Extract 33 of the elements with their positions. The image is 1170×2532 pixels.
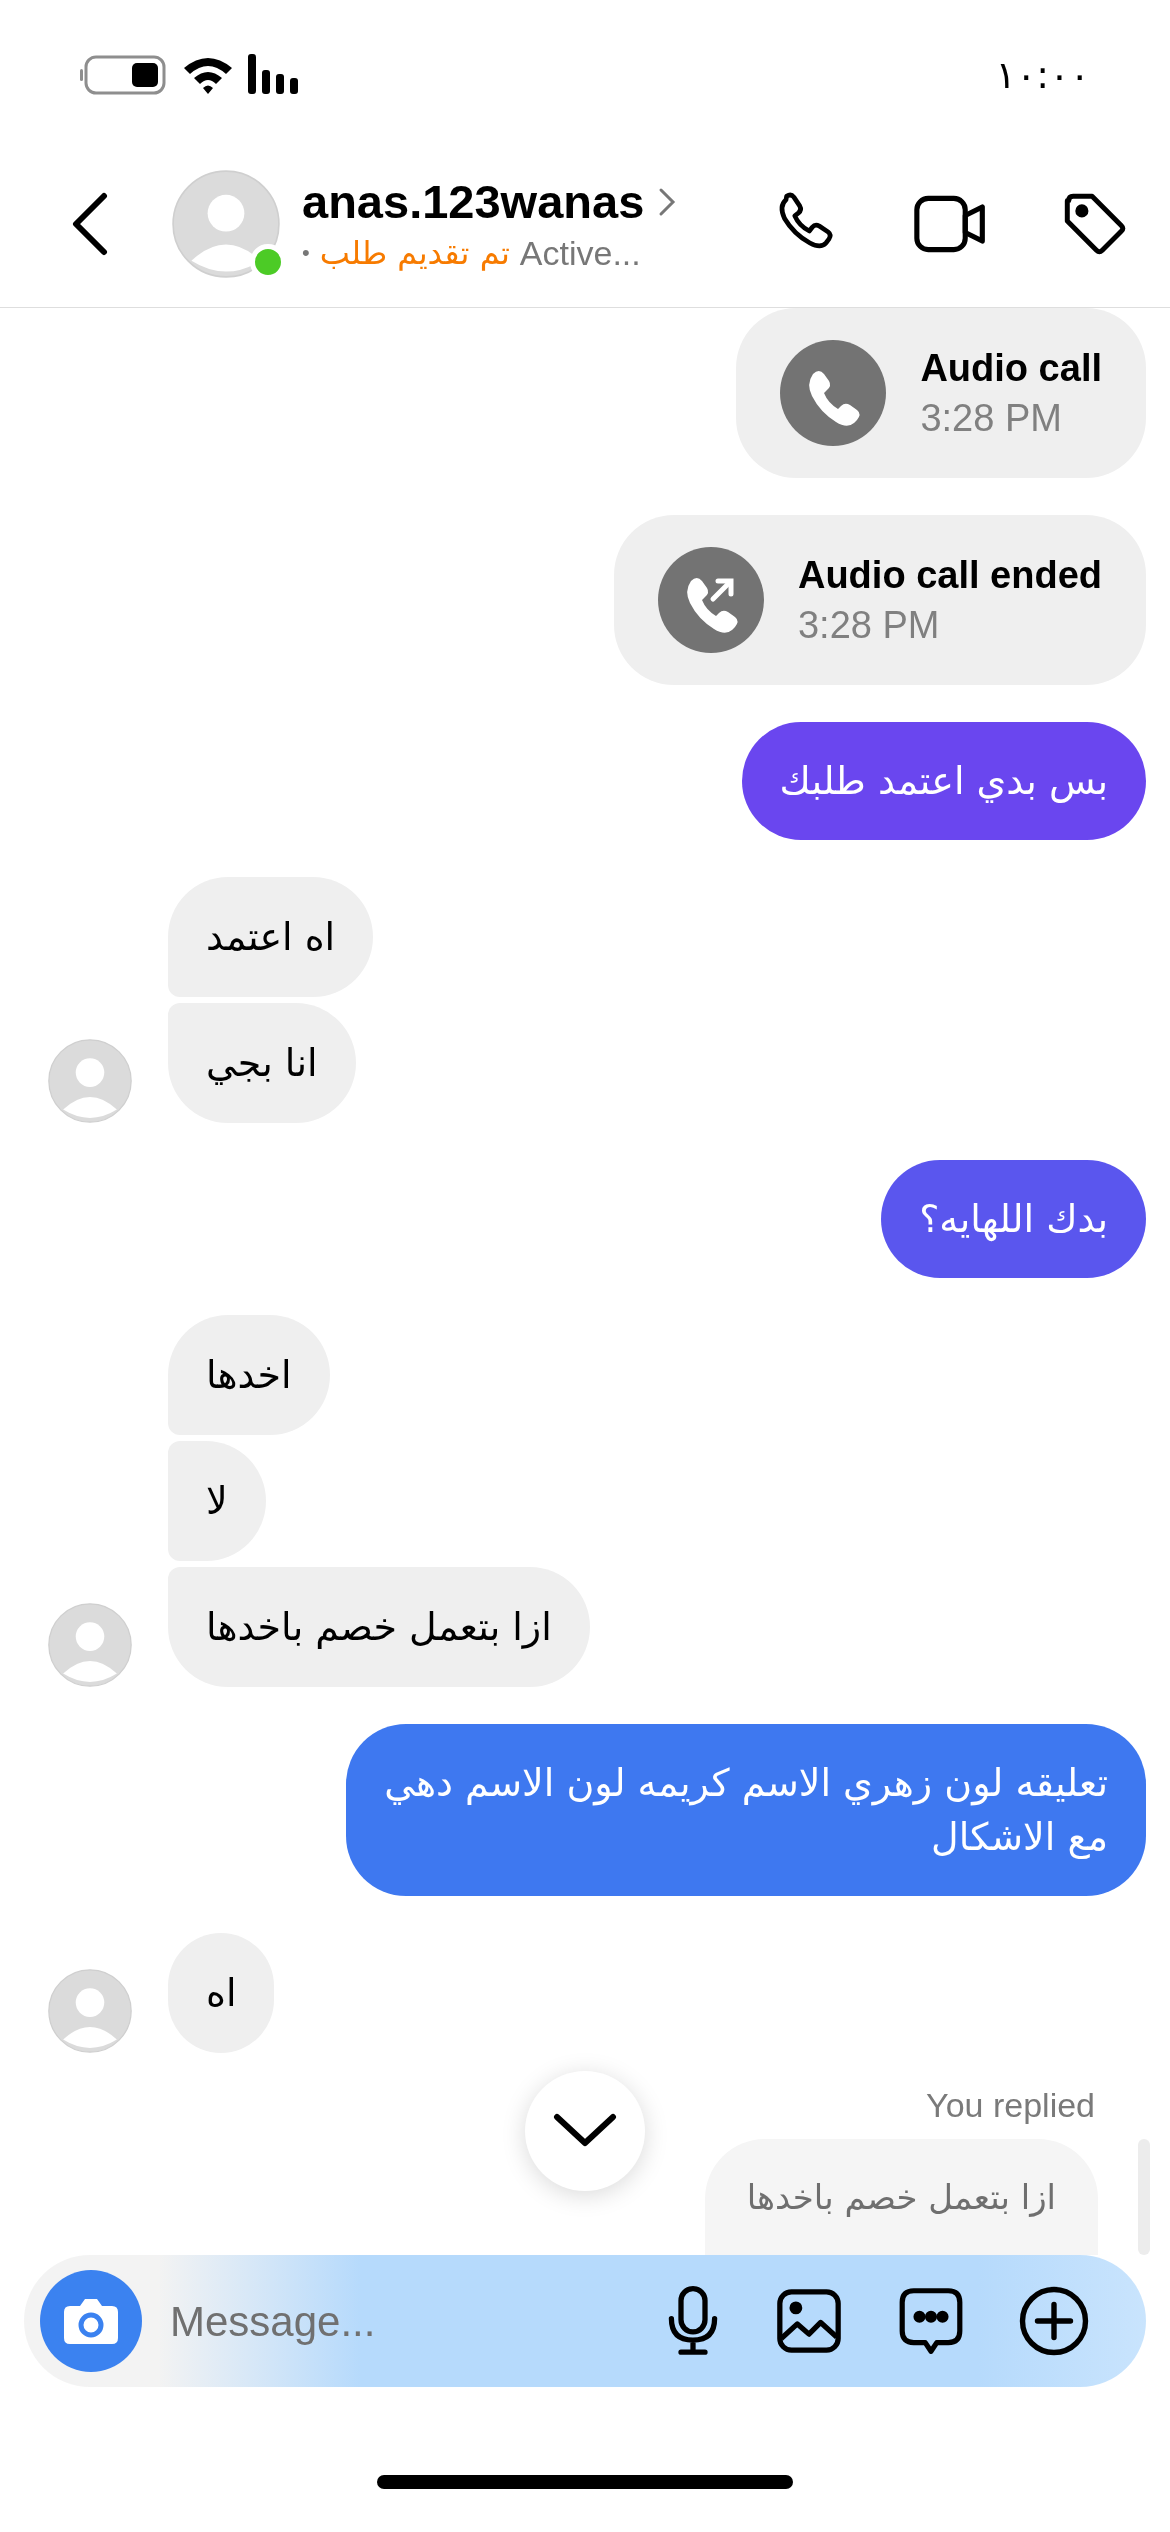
wifi-icon <box>184 58 232 94</box>
separator-dot: • <box>302 239 310 267</box>
image-icon[interactable] <box>774 2286 844 2356</box>
quoted-message: ازا بتعمل خصم باخدها <box>704 2139 1098 2255</box>
status-time: ١٠:٠٠ <box>995 51 1090 99</box>
chevron-down-icon <box>553 2113 617 2149</box>
sent-message: بس بدي اعتمد طلبك <box>741 722 1146 840</box>
message-input[interactable]: Message... <box>170 2289 376 2353</box>
camera-icon <box>62 2296 120 2346</box>
battery-icon <box>80 55 166 95</box>
sent-message: تعليقه لون زهري الاسم كريمه لون الاسم دهي مع الاشكال <box>346 1724 1146 1896</box>
request-status-text: تم تقديم طلب <box>319 232 510 273</box>
plus-circle-icon[interactable] <box>1018 2285 1090 2357</box>
call-title: Audio call ended <box>797 553 1102 597</box>
received-message: اه اعتمد <box>168 877 374 997</box>
received-message: ازا بتعمل خصم باخدها <box>168 1567 590 1687</box>
call-time: 3:28 PM <box>920 396 1063 440</box>
back-icon[interactable] <box>70 191 110 256</box>
signal-icon <box>248 54 298 94</box>
call-title: Audio call <box>920 346 1102 390</box>
call-bubble[interactable]: Audio call 3:28 PM <box>736 308 1146 478</box>
call-time: 3:28 PM <box>797 603 941 647</box>
activity-status: Active... <box>519 232 641 273</box>
call-bubble[interactable]: Audio call ended 3:28 PM <box>613 515 1146 685</box>
received-message: اه <box>168 1933 275 2053</box>
chevron-right-icon <box>658 186 677 217</box>
message-composer[interactable]: Message... <box>24 2255 1146 2387</box>
contact-username[interactable]: anas.123wanas <box>302 174 645 229</box>
received-message: انا بجي <box>168 1003 356 1123</box>
sent-message: بدك اللهايه؟ <box>881 1160 1146 1278</box>
received-message: لا <box>168 1441 266 1561</box>
replied-label: You replied <box>926 2085 1095 2126</box>
received-message: اخدها <box>168 1315 330 1435</box>
